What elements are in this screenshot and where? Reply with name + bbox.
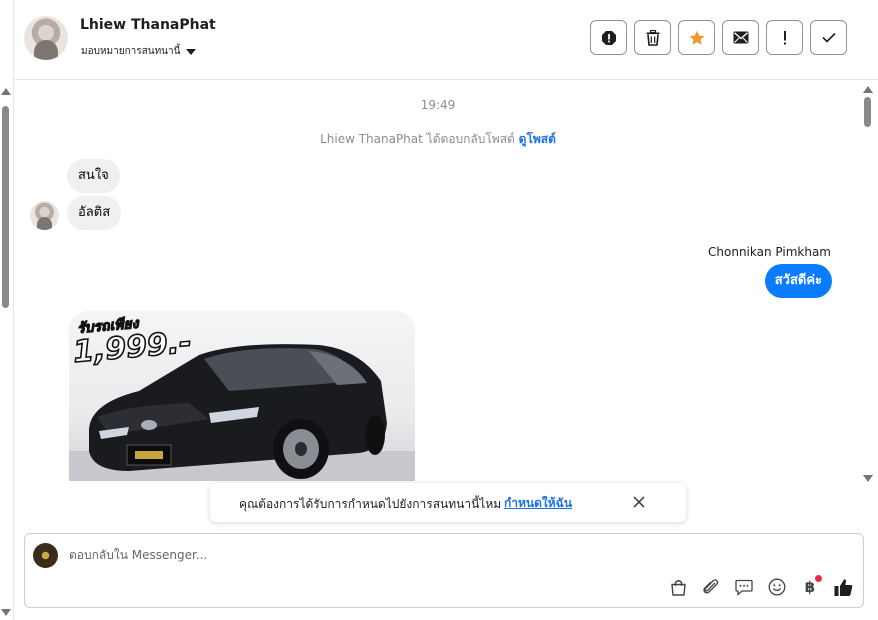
scroll-thumb[interactable] [864, 97, 871, 127]
scroll-down-arrow[interactable] [863, 475, 873, 482]
star-button[interactable] [678, 20, 715, 55]
payment-button[interactable]: ฿ [800, 575, 822, 597]
reply-input[interactable] [69, 548, 669, 562]
saved-replies-button[interactable] [734, 577, 754, 597]
mark-unread-button[interactable] [722, 20, 759, 55]
scroll-up-arrow[interactable] [1, 88, 11, 95]
shared-image-car[interactable]: รับรถเพียง 1,999.- [69, 311, 415, 481]
toast-text: คุณต้องการได้รับการกำหนดไปยังการสนทนานี้… [239, 497, 502, 511]
trash-icon [646, 29, 659, 46]
exclamation-icon [783, 30, 786, 44]
delete-button[interactable] [634, 20, 671, 55]
assign-dropdown[interactable]: มอบหมายการสนทนานี้ [81, 44, 197, 59]
reply-composer: ฿ [24, 533, 864, 608]
shopping-bag-icon [670, 579, 686, 596]
check-icon [821, 32, 836, 43]
outgoing-message[interactable]: สวัสดีค่ะ [764, 264, 832, 298]
scroll-down-arrow[interactable] [1, 609, 11, 616]
mark-done-button[interactable] [810, 20, 847, 55]
system-message: Lhiew ThanaPhat ได้ตอบกลับโพสต์ ดูโพสต์ [14, 130, 862, 149]
page-scrollbar[interactable] [0, 84, 12, 620]
view-post-link[interactable]: ดูโพสต์ [519, 132, 556, 146]
follow-up-button[interactable] [766, 20, 803, 55]
caret-down-icon [186, 48, 197, 55]
paperclip-icon [703, 579, 719, 594]
assign-label: มอบหมายการสนทนานี้ [81, 46, 181, 57]
incoming-message[interactable]: อัลติส [67, 196, 122, 230]
system-message-text: Lhiew ThanaPhat ได้ตอบกลับโพสต์ [320, 132, 515, 146]
emoji-button[interactable] [767, 577, 787, 597]
scroll-up-arrow[interactable] [863, 86, 873, 93]
incoming-message[interactable]: สนใจ [67, 159, 120, 193]
composer-tools: ฿ [668, 575, 853, 597]
mail-icon [733, 31, 748, 44]
close-icon[interactable] [632, 495, 646, 509]
assign-prompt-toast: คุณต้องการได้รับการกำหนดไปยังการสนทนานี้… [210, 483, 686, 522]
contact-avatar[interactable] [24, 16, 68, 60]
attach-button[interactable] [701, 577, 721, 597]
outgoing-sender-name: Chonnikan Pimkham [708, 245, 831, 259]
star-icon [689, 30, 704, 45]
page-avatar [33, 543, 58, 568]
promo-price: 1,999.- [71, 324, 194, 371]
like-button[interactable] [833, 577, 853, 597]
conversation-header: Lhiew ThanaPhat มอบหมายการสนทนานี้ [14, 0, 878, 80]
scroll-thumb[interactable] [2, 106, 9, 308]
promo-text: รับรถเพียง 1,999.- [71, 315, 194, 371]
chat-bubble-icon [735, 579, 753, 596]
header-actions [590, 20, 847, 55]
sender-avatar[interactable] [30, 201, 59, 230]
message-timestamp: 19:49 [420, 98, 456, 112]
smiley-icon [768, 578, 786, 596]
thumbs-up-icon [834, 578, 852, 596]
baht-icon: ฿ [804, 578, 816, 596]
thread-scrollbar[interactable] [862, 84, 874, 484]
messenger-inbox: Lhiew ThanaPhat มอบหมายการสนทนานี้ 19:49… [0, 0, 878, 620]
shop-button[interactable] [668, 577, 688, 597]
mark-spam-button[interactable] [590, 20, 627, 55]
notification-dot [815, 575, 822, 582]
spam-icon [601, 30, 616, 45]
assign-to-me-link[interactable]: กำหนดให้ฉัน [504, 494, 572, 513]
contact-name[interactable]: Lhiew ThanaPhat [80, 17, 216, 33]
message-thread[interactable]: 19:49 Lhiew ThanaPhat ได้ตอบกลับโพสต์ ดู… [14, 81, 862, 481]
